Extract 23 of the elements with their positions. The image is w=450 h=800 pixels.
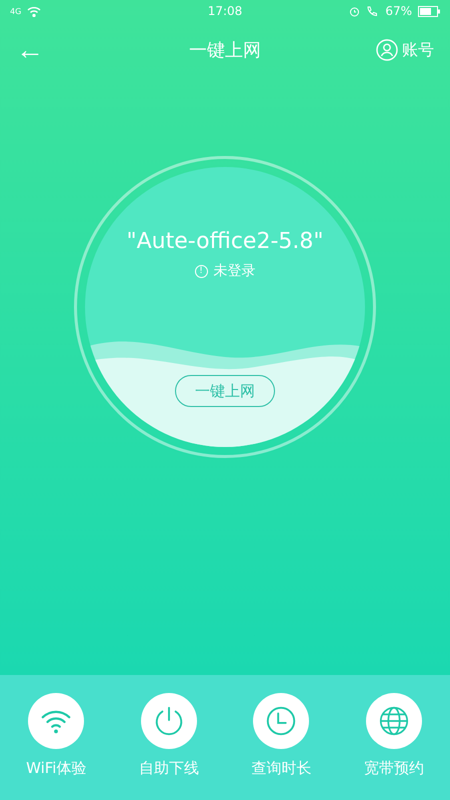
action-button[interactable]: WiFi体验 [6,693,106,778]
action-button[interactable]: 查询时长 [231,693,332,778]
warning-icon: ! [194,264,208,278]
network-name: "Aute-office2-5.8" [126,229,324,254]
action-label: 查询时长 [251,759,312,778]
user-icon [376,39,398,61]
action-button[interactable]: 自助下线 [118,693,219,778]
back-button[interactable]: ← [16,34,106,66]
status-time: 17:08 [208,4,242,18]
login-status: 未登录 [214,262,256,280]
battery-percent: 67% [385,4,412,18]
page-title: 一键上网 [189,39,261,62]
wifi-status-icon [27,6,42,16]
action-label: 宽带预约 [364,759,424,778]
phone-icon [366,6,380,16]
signal-label: 4G [10,6,22,16]
connect-button[interactable]: 一键上网 [175,375,275,407]
action-button[interactable]: 宽带预约 [344,693,444,778]
battery-icon [418,6,440,16]
account-button[interactable]: 账号 [344,39,434,61]
action-label: WiFi体验 [26,759,86,778]
alarm-icon [349,6,360,16]
action-label: 自助下线 [138,759,199,778]
